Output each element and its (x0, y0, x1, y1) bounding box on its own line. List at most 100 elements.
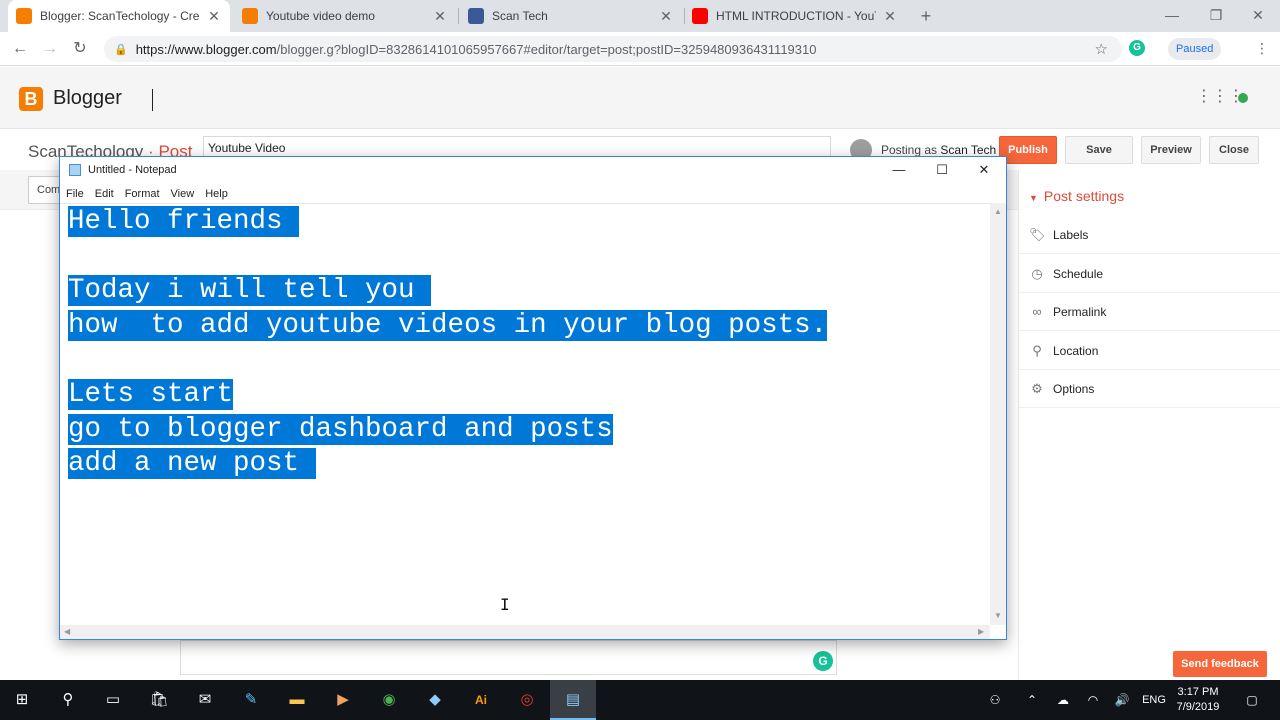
post-setting-location[interactable]: ⚲ Location (1019, 332, 1280, 370)
volume-icon[interactable]: 🔊 (1111, 680, 1133, 720)
windows-start-icon[interactable]: ⊞ (7, 686, 37, 714)
taskbar-clock[interactable]: 3:17 PM 7/9/2019 (1168, 685, 1228, 715)
text-line: Today i will tell you (68, 274, 990, 309)
paint-icon[interactable]: ✎ (236, 686, 266, 714)
gear-icon: ⚙ (1031, 380, 1043, 396)
facebook-favicon-icon (468, 8, 484, 24)
selected-text: Today i will tell you (68, 275, 432, 307)
tab-title: Scan Tech (492, 9, 548, 23)
file-explorer-icon[interactable]: ▬ (282, 686, 312, 714)
apps-grid-icon[interactable]: ⋮⋮⋮ (1196, 89, 1244, 105)
account-status-icon[interactable] (1238, 93, 1248, 103)
new-tab-button[interactable]: + (916, 4, 936, 28)
selected-text: how to add youtube videos in your blog p… (68, 309, 828, 341)
menu-help[interactable]: Help (205, 185, 228, 203)
close-button[interactable]: Close (1209, 136, 1259, 164)
notepad-text-area[interactable]: Hello friends Today i will tell you how … (60, 203, 990, 625)
post-settings-heading[interactable]: ▼ Post settings (1029, 188, 1124, 204)
search-icon[interactable]: ⚲ (53, 686, 83, 714)
tray-chevron-icon[interactable]: ⌃ (1022, 680, 1042, 720)
notepad-title-bar[interactable]: Untitled - Notepad — ☐ ✕ (60, 157, 1006, 183)
grammarly-icon[interactable]: G (813, 651, 833, 671)
notepad-icon (69, 164, 81, 176)
scroll-left-icon[interactable]: ◀ (64, 627, 70, 636)
bookmark-star-icon[interactable]: ☆ (1095, 40, 1108, 58)
url-path: /blogger.g?blogID=8328614101065957667#ed… (276, 41, 817, 57)
link-icon: ∞ (1032, 304, 1042, 319)
tag-icon: 🏷 (1029, 226, 1046, 242)
menu-view[interactable]: View (171, 185, 195, 203)
browser-tab-scan-tech[interactable]: Scan Tech ✕ (460, 0, 682, 32)
post-setting-options[interactable]: ⚙ Options (1019, 370, 1280, 408)
chrome-icon[interactable]: ◉ (374, 686, 404, 714)
maximize-icon[interactable]: ☐ (920, 157, 964, 183)
blogger-favicon-icon (242, 8, 258, 24)
browser-tab-youtube-demo[interactable]: Youtube video demo ✕ (234, 0, 456, 32)
illustrator-icon[interactable]: Ai (466, 686, 496, 714)
notifications-icon[interactable]: ▢ (1240, 680, 1264, 720)
youtube-favicon-icon (692, 8, 708, 24)
forward-arrow-icon[interactable]: → (38, 37, 62, 61)
close-tab-icon[interactable]: ✕ (882, 8, 898, 25)
mail-icon[interactable]: ✉ (190, 686, 220, 714)
close-tab-icon[interactable]: ✕ (658, 8, 674, 25)
wifi-icon[interactable]: ◠ (1082, 680, 1104, 720)
onedrive-icon[interactable]: ☁ (1052, 680, 1074, 720)
browser-tab-html-intro[interactable]: HTML INTRODUCTION - YouTube ✕ (684, 0, 906, 32)
post-setting-label: Permalink (1053, 304, 1107, 319)
minimize-icon[interactable]: — (877, 157, 921, 183)
post-body-editor[interactable] (180, 640, 837, 675)
post-setting-permalink[interactable]: ∞ Permalink (1019, 293, 1280, 331)
close-window-icon[interactable]: ✕ (1236, 0, 1280, 30)
close-tab-icon[interactable]: ✕ (206, 8, 222, 25)
text-line: Lets start (68, 378, 990, 413)
back-arrow-icon[interactable]: ← (8, 37, 32, 61)
blogger-logo-icon[interactable]: B (19, 87, 43, 111)
menu-edit[interactable]: Edit (95, 185, 114, 203)
opera-icon[interactable]: ◎ (512, 686, 542, 714)
blogger-brand[interactable]: Blogger (53, 87, 122, 110)
browser-menu-icon[interactable]: ⋮ (1255, 40, 1269, 58)
grammarly-extension-icon[interactable]: G (1129, 40, 1145, 56)
text-line: Hello friends (68, 205, 990, 240)
app-icon[interactable]: ◆ (420, 686, 450, 714)
close-icon[interactable]: ✕ (962, 157, 1006, 183)
browser-tab-blogger[interactable]: Blogger: ScanTechology - Create ✕ (8, 0, 230, 32)
menu-format[interactable]: Format (125, 185, 160, 203)
close-tab-icon[interactable]: ✕ (432, 8, 448, 25)
restore-icon[interactable]: ❐ (1194, 0, 1238, 30)
language-indicator[interactable]: ENG (1140, 680, 1168, 720)
scroll-down-icon[interactable]: ▼ (994, 611, 1002, 620)
browser-tab-strip: Blogger: ScanTechology - Create ✕ Youtub… (0, 0, 1280, 32)
post-setting-schedule[interactable]: ◷ Schedule (1019, 255, 1280, 293)
people-icon[interactable]: ⚇ (984, 680, 1006, 720)
posting-as: Posting as Scan Tech (881, 143, 996, 157)
header-divider (152, 89, 153, 111)
reload-icon[interactable]: ↻ (68, 37, 92, 61)
address-bar[interactable]: 🔒 https://www.blogger.com/blogger.g?blog… (104, 36, 1122, 62)
posting-as-user: Scan Tech (940, 143, 997, 157)
publish-button[interactable]: Publish (999, 136, 1057, 164)
text-cursor-icon: I (500, 595, 510, 614)
preview-button[interactable]: Preview (1141, 136, 1201, 164)
tab-title: Blogger: ScanTechology - Create (40, 9, 200, 23)
horizontal-scrollbar[interactable]: ◀ ▶ (60, 625, 990, 639)
media-player-icon[interactable]: ▶ (328, 686, 358, 714)
save-button[interactable]: Save (1065, 136, 1133, 164)
scroll-right-icon[interactable]: ▶ (978, 627, 984, 636)
selected-text: Hello friends (68, 206, 300, 237)
menu-file[interactable]: File (66, 185, 84, 203)
browser-toolbar: ← → ↻ 🔒 https://www.blogger.com/blogger.… (0, 32, 1280, 66)
send-feedback-button[interactable]: Send feedback (1173, 651, 1267, 677)
text-line (68, 240, 990, 275)
blogger-header: B Blogger ⋮⋮⋮ (0, 67, 1280, 129)
task-view-icon[interactable]: ▭ (98, 686, 128, 714)
profile-paused-badge[interactable]: Paused (1168, 38, 1222, 60)
scroll-up-icon[interactable]: ▲ (994, 207, 1002, 216)
minimize-icon[interactable]: — (1150, 0, 1194, 30)
post-setting-label: Location (1053, 343, 1099, 358)
post-setting-labels[interactable]: 🏷 Labels (1019, 216, 1280, 254)
store-icon[interactable]: 🛍 (144, 686, 174, 714)
notepad-taskbar-icon[interactable]: ▤ (558, 686, 588, 714)
vertical-scrollbar[interactable]: ▲ ▼ (990, 203, 1006, 625)
